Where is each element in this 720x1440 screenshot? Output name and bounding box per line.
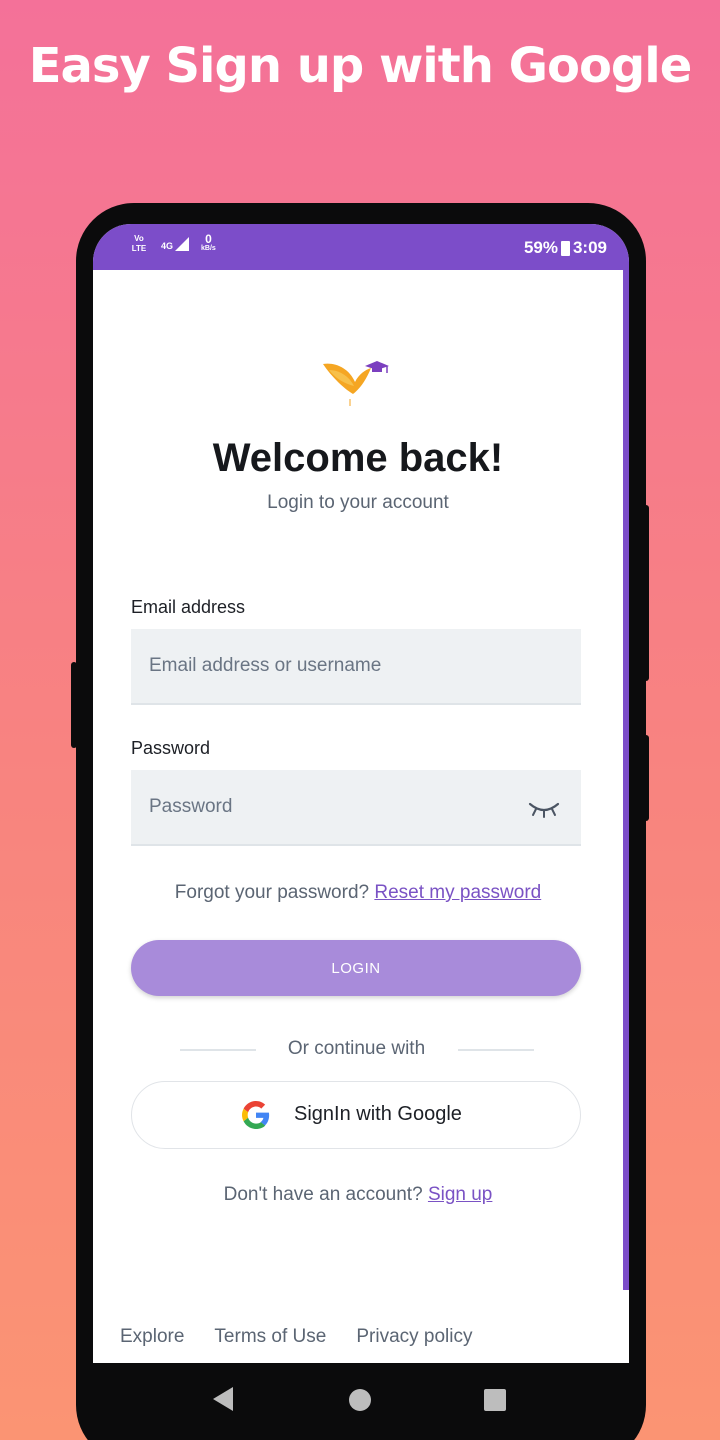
or-divider: Or continue with [93, 1038, 623, 1062]
login-button[interactable]: LOGIN [131, 940, 581, 996]
volte-label: Vo LTE [131, 234, 147, 253]
footer-links: Explore Terms of Use Privacy policy [120, 1326, 473, 1348]
eye-closed-icon[interactable] [527, 798, 561, 820]
forgot-password-text: Forgot your password? [174, 882, 370, 903]
promo-title: Easy Sign up with Google [28, 38, 693, 94]
signup-prompt: Don't have an account? [223, 1184, 423, 1205]
divider-text: Or continue with [287, 1038, 426, 1059]
google-g-icon [242, 1101, 270, 1129]
app-screen: Vo LTE 4G 0 kB/s 59% 3:09 Welcome back! … [93, 224, 629, 1440]
forgot-password-row: Forgot your password? Reset my password [93, 882, 623, 904]
reset-password-link[interactable]: Reset my password [374, 882, 541, 903]
password-label: Password [131, 738, 211, 758]
nav-recent-icon[interactable] [484, 1389, 506, 1411]
battery-percent: 59% [523, 238, 558, 257]
battery-icon [560, 240, 570, 256]
page-title: Welcome back! [212, 436, 504, 480]
network-type: 4G [161, 241, 174, 251]
footer-link-privacy[interactable]: Privacy policy [356, 1326, 472, 1348]
email-field-container [131, 629, 581, 705]
android-nav-bar [93, 1363, 629, 1440]
google-signin-button[interactable]: SignIn with Google [131, 1081, 581, 1149]
footer-link-terms[interactable]: Terms of Use [214, 1326, 326, 1348]
signup-row: Don't have an account? Sign up [93, 1184, 623, 1206]
footer-link-explore[interactable]: Explore [120, 1326, 184, 1348]
password-field-container [131, 770, 581, 846]
speed-unit: kB/s [201, 245, 216, 252]
bird-logo-icon [323, 361, 389, 406]
speed-value: 0 [205, 232, 212, 246]
password-input[interactable] [149, 770, 519, 844]
clock: 3:09 [572, 238, 607, 257]
divider-line-right [458, 1049, 534, 1051]
scroll-indicator [623, 270, 629, 1290]
network-speed: 0 kB/s [201, 232, 216, 254]
volte-icon: Vo LTE [129, 234, 149, 254]
google-signin-label: SignIn with Google [294, 1103, 462, 1125]
email-input[interactable] [149, 629, 519, 703]
nav-back-icon[interactable] [213, 1387, 233, 1411]
email-label: Email address [131, 597, 246, 617]
signal-icon: 4G [161, 237, 190, 251]
signup-link[interactable]: Sign up [428, 1184, 492, 1205]
status-bar: Vo LTE 4G 0 kB/s 59% 3:09 [93, 224, 629, 270]
page-subtitle: Login to your account [267, 492, 449, 513]
nav-home-icon[interactable] [349, 1389, 371, 1411]
